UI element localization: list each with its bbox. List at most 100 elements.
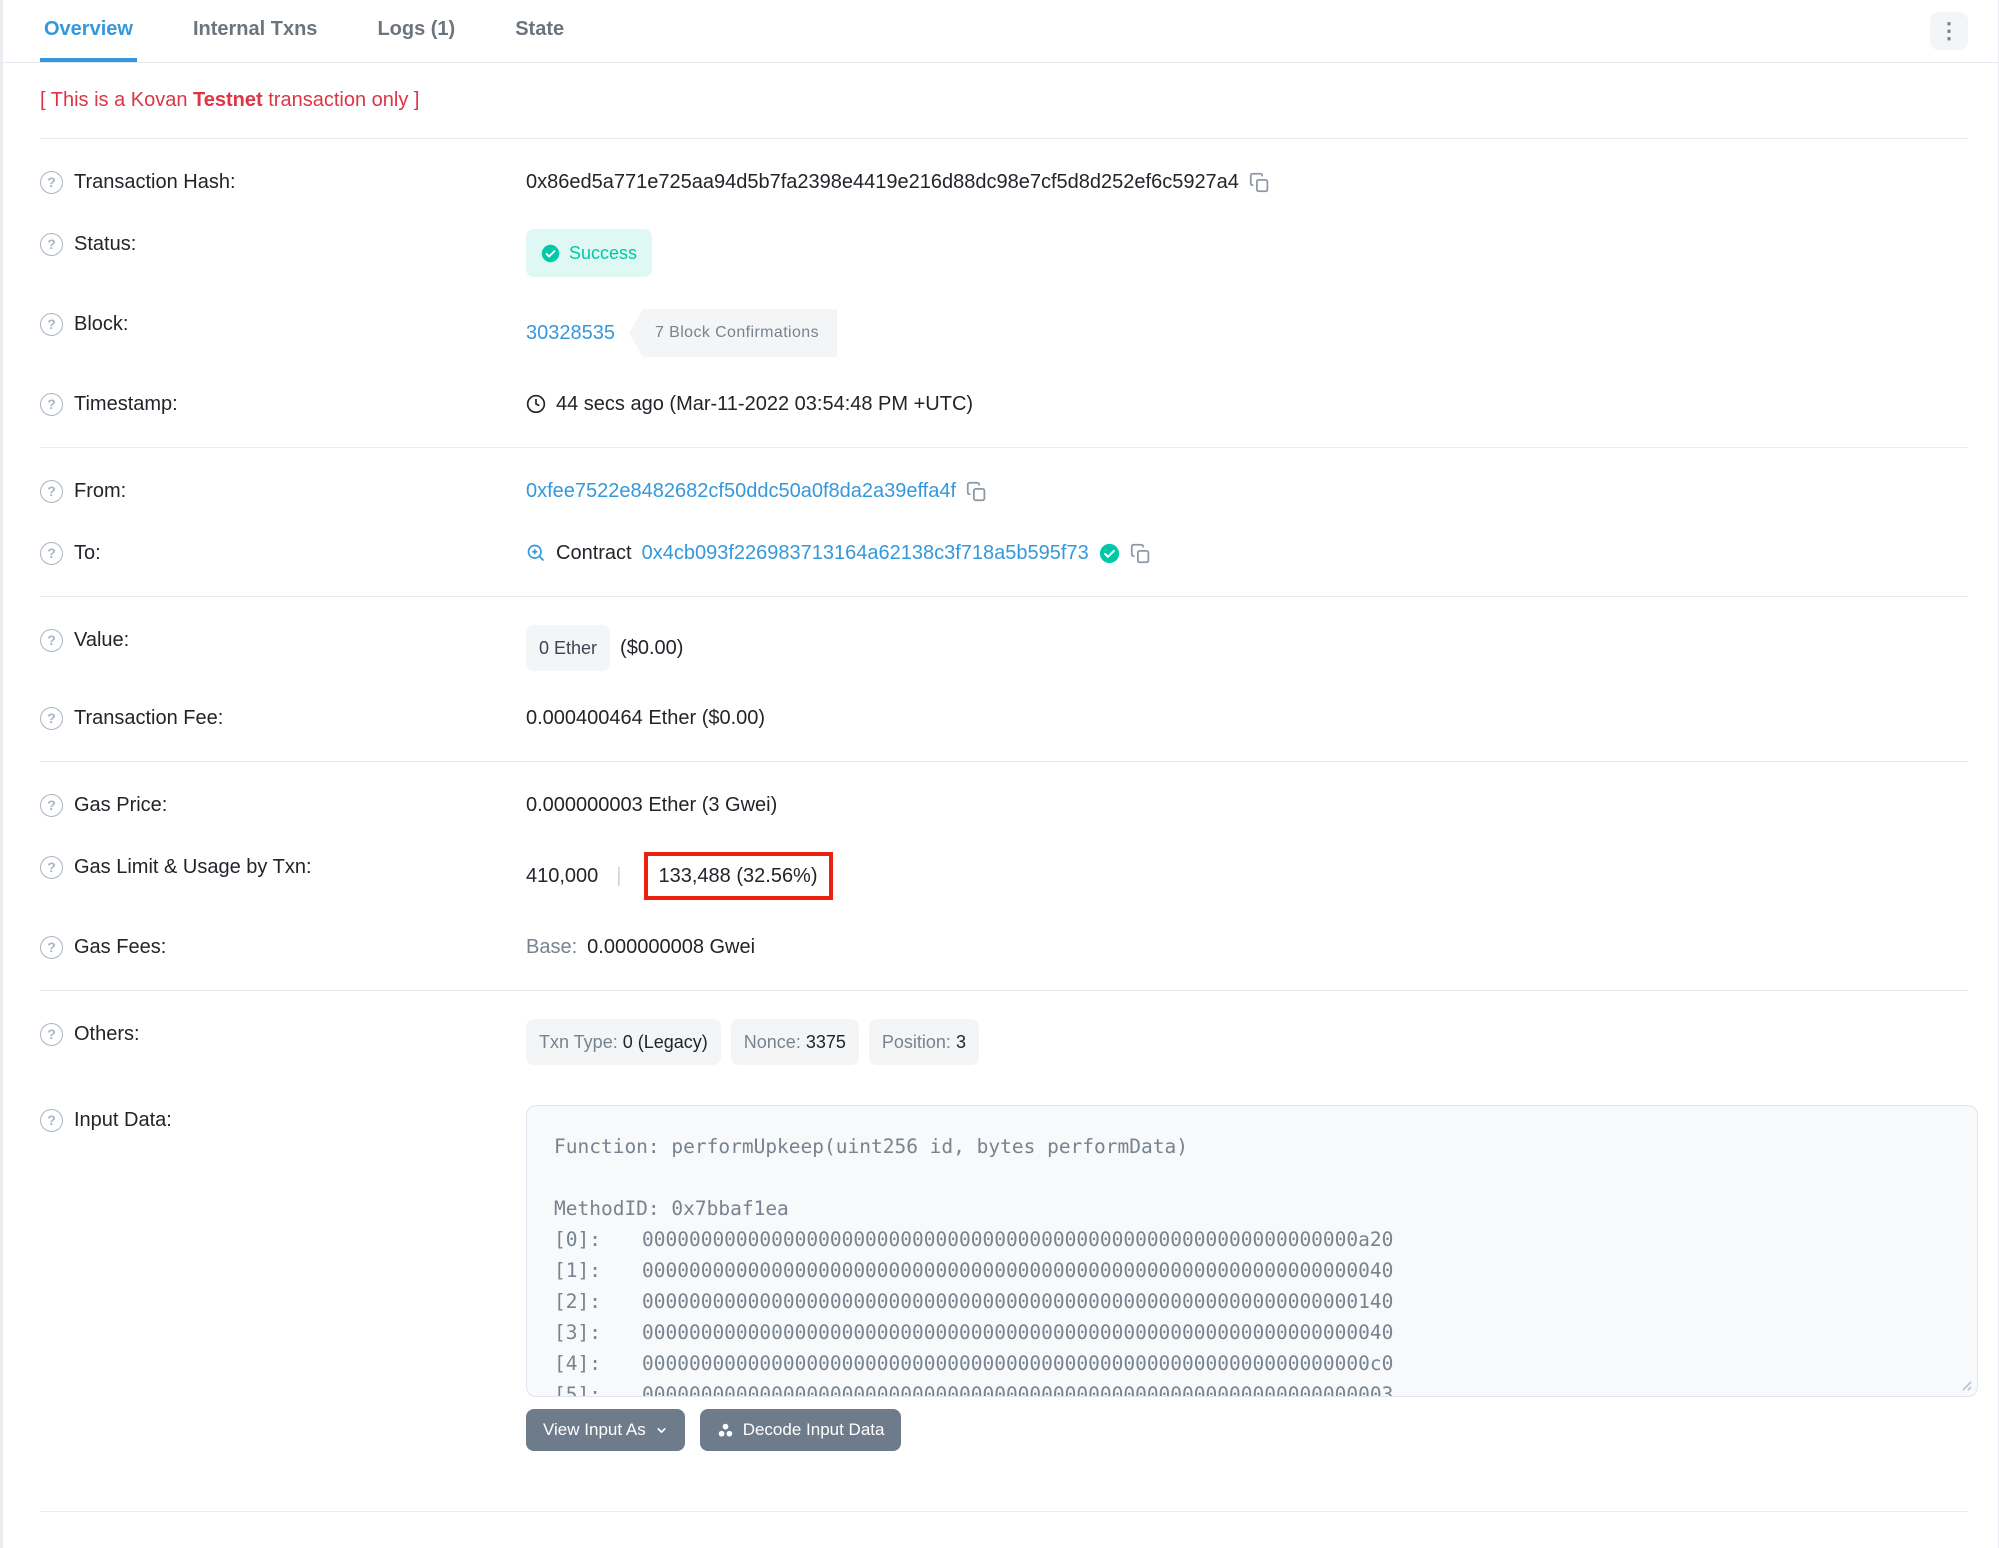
gas-usage-value: 133,488 (32.56%) (658, 865, 818, 887)
input-data-function-line: Function: performUpkeep(uint256 id, byte… (554, 1135, 1188, 1158)
gas-limit-label: Gas Limit & Usage by Txn: (74, 856, 312, 878)
gas-separator: | (616, 865, 622, 887)
word-hex: 0000000000000000000000000000000000000000… (642, 1290, 1394, 1313)
gas-fees-base-value: 0.000000008 Gwei (587, 936, 756, 958)
transaction-overview-card: Overview Internal Txns Logs (1) State ⋮ … (0, 0, 1999, 1548)
kebab-icon: ⋮ (1938, 18, 1960, 43)
word-hex: 0000000000000000000000000000000000000000… (642, 1352, 1394, 1375)
nonce-pill: Nonce: 3375 (730, 1019, 859, 1065)
decode-input-data-button[interactable]: Decode Input Data (699, 1409, 902, 1451)
help-icon[interactable]: ? (40, 628, 63, 652)
help-icon[interactable]: ? (40, 541, 63, 565)
value-label-group: ? Value: (40, 625, 526, 655)
timestamp-label-group: ? Timestamp: (40, 389, 526, 419)
tab-overview[interactable]: Overview (40, 0, 137, 62)
input-data-word-line: [3]: 000000000000000000000000000000000000… (554, 1317, 1957, 1348)
row-value: ? Value: 0 Ether ($0.00) (40, 609, 1968, 687)
block-confirmations-badge: 7 Block Confirmations (628, 309, 838, 357)
txn-type-pill: Txn Type: 0 (Legacy) (526, 1019, 721, 1065)
help-icon[interactable]: ? (40, 232, 63, 256)
status-badge: Success (526, 229, 653, 277)
from-label: From: (74, 480, 127, 502)
clock-icon (526, 394, 546, 414)
to-address-link[interactable]: 0x4cb093f226983713164a62138c3f718a5b595f… (642, 538, 1089, 568)
word-hex: 0000000000000000000000000000000000000000… (642, 1383, 1394, 1397)
from-address-link[interactable]: 0xfee7522e8482682cf50ddc50a0f8da2a39effa… (526, 476, 956, 506)
help-icon[interactable]: ? (40, 479, 63, 503)
block-label-group: ? Block: (40, 309, 526, 339)
word-index: [2]: (554, 1290, 601, 1313)
view-input-as-button[interactable]: View Input As (526, 1409, 685, 1451)
gas-limit-value: 410,000 (526, 865, 599, 887)
resize-handle-icon[interactable] (1958, 1377, 1972, 1391)
view-input-as-label: View Input As (543, 1420, 646, 1439)
tab-logs[interactable]: Logs (1) (373, 0, 459, 62)
more-options-button[interactable]: ⋮ (1930, 12, 1968, 50)
row-to: ? To: Contract 0x4cb093f226983713164a621… (40, 522, 1968, 584)
input-data-actions: View Input As Decode Input Data (526, 1409, 1978, 1451)
row-gas-limit-usage: ? Gas Limit & Usage by Txn: 410,000 | 13… (40, 836, 1968, 916)
zoom-in-icon[interactable] (526, 543, 546, 563)
input-data-method-line: MethodID: 0x7bbaf1ea (554, 1197, 789, 1220)
gas-limit-label-group: ? Gas Limit & Usage by Txn: (40, 852, 526, 882)
position-value: 3 (955, 1032, 966, 1052)
help-icon[interactable]: ? (40, 855, 63, 879)
row-timestamp: ? Timestamp: 44 secs ago (Mar-11-2022 03… (40, 373, 1968, 435)
copy-icon[interactable] (966, 481, 987, 502)
help-icon[interactable]: ? (40, 392, 63, 416)
from-label-group: ? From: (40, 476, 526, 506)
row-others: ? Others: Txn Type: 0 (Legacy) Nonce: 33… (40, 1003, 1968, 1081)
bottom-spacer (40, 1512, 1968, 1548)
tab-state[interactable]: State (511, 0, 568, 62)
transaction-fee-value: 0.000400464 Ether ($0.00) (526, 707, 766, 729)
block-number-link[interactable]: 30328535 (526, 318, 615, 348)
copy-icon[interactable] (1249, 172, 1270, 193)
row-block: ? Block: 30328535 7 Block Confirmations (40, 293, 1968, 373)
copy-icon[interactable] (1130, 543, 1151, 564)
row-from: ? From: 0xfee7522e8482682cf50ddc50a0f8da… (40, 460, 1968, 522)
tab-internal-txns[interactable]: Internal Txns (189, 0, 321, 62)
input-data-label: Input Data: (74, 1109, 172, 1131)
input-data-word-line: [1]: 000000000000000000000000000000000000… (554, 1255, 1957, 1286)
input-data-box[interactable]: Function: performUpkeep(uint256 id, byte… (526, 1105, 1978, 1397)
help-icon[interactable]: ? (40, 312, 63, 336)
input-data-blank-line (554, 1162, 1957, 1193)
nonce-key: Nonce: (743, 1032, 801, 1052)
word-index: [3]: (554, 1321, 601, 1344)
value-amount-pill: 0 Ether (526, 625, 611, 671)
input-data-word-line: [5]: 000000000000000000000000000000000000… (554, 1379, 1957, 1397)
input-data-word-line: [0]: 000000000000000000000000000000000000… (554, 1224, 1957, 1255)
input-data-word-line: [4]: 000000000000000000000000000000000000… (554, 1348, 1957, 1379)
gas-price-value: 0.000000003 Ether (3 Gwei) (526, 794, 778, 816)
to-contract-word: Contract (556, 542, 632, 564)
help-icon[interactable]: ? (40, 793, 63, 817)
help-icon[interactable]: ? (40, 170, 63, 194)
word-index: [0]: (554, 1228, 601, 1251)
help-icon[interactable]: ? (40, 706, 63, 730)
position-key: Position: (881, 1032, 951, 1052)
section-summary: ? Transaction Hash: 0x86ed5a771e725aa94d… (40, 139, 1968, 448)
transaction-fee-label: Transaction Fee: (74, 707, 224, 729)
row-transaction-hash: ? Transaction Hash: 0x86ed5a771e725aa94d… (40, 151, 1968, 213)
word-index: [5]: (554, 1383, 601, 1397)
help-icon[interactable]: ? (40, 935, 63, 959)
timestamp-label: Timestamp: (74, 393, 178, 415)
testnet-notice-suffix: transaction only ] (262, 89, 420, 111)
help-icon[interactable]: ? (40, 1022, 63, 1046)
gas-usage-highlight-box: 133,488 (32.56%) (643, 852, 833, 900)
help-icon[interactable]: ? (40, 1108, 63, 1132)
gas-fees-label: Gas Fees: (74, 936, 167, 958)
row-gas-fees: ? Gas Fees: Base: 0.000000008 Gwei (40, 916, 1968, 978)
block-label: Block: (74, 313, 129, 335)
section-parties: ? From: 0xfee7522e8482682cf50ddc50a0f8da… (40, 448, 1968, 597)
txn-type-value: 0 (Legacy) (622, 1032, 708, 1052)
gas-price-label: Gas Price: (74, 794, 168, 816)
input-data-label-group: ? Input Data: (40, 1105, 526, 1135)
gas-price-label-group: ? Gas Price: (40, 790, 526, 820)
value-usd: ($0.00) (620, 637, 684, 659)
position-pill: Position: 3 (868, 1019, 979, 1065)
row-transaction-fee: ? Transaction Fee: 0.000400464 Ether ($0… (40, 687, 1968, 749)
timestamp-value: 44 secs ago (Mar-11-2022 03:54:48 PM +UT… (556, 393, 974, 415)
verified-check-icon (1099, 543, 1119, 563)
to-label-group: ? To: (40, 538, 526, 568)
